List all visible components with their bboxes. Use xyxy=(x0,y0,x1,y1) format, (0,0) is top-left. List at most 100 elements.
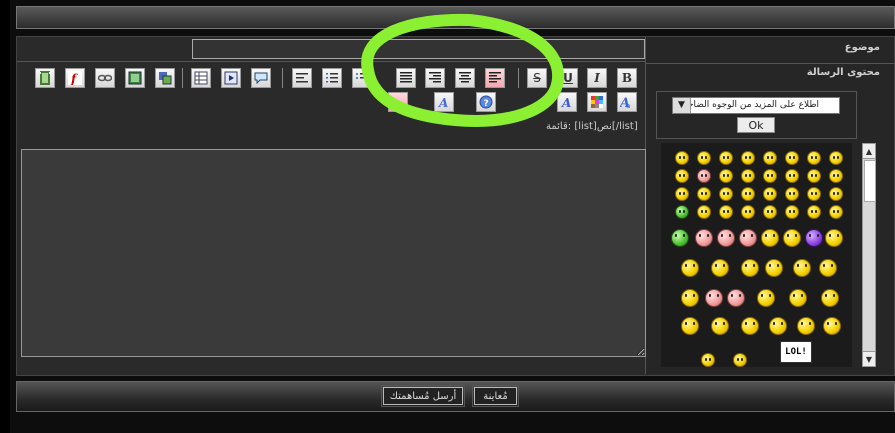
smiley-icon[interactable] xyxy=(741,187,755,201)
smiley-icon[interactable] xyxy=(785,151,799,165)
align-left-pink-icon[interactable] xyxy=(485,68,505,88)
smiley-icon[interactable] xyxy=(727,289,745,307)
smiley-icon[interactable] xyxy=(739,229,757,247)
toolbar-separator xyxy=(282,68,283,88)
subject-label: موضوع xyxy=(844,42,880,53)
smiley-icon[interactable] xyxy=(793,259,811,277)
smiley-icon[interactable] xyxy=(705,289,723,307)
font-size-icon[interactable]: AA xyxy=(388,92,408,112)
underline-icon[interactable]: U xyxy=(558,68,578,88)
smiley-icon[interactable] xyxy=(763,169,777,183)
strikethrough-icon[interactable]: S xyxy=(527,68,547,88)
smiley-icon[interactable] xyxy=(681,259,699,277)
smiley-icon[interactable] xyxy=(763,187,777,201)
smiley-icon[interactable] xyxy=(711,317,729,335)
smiley-icon[interactable] xyxy=(741,259,759,277)
smiley-icon[interactable] xyxy=(701,353,715,367)
color-grid-icon[interactable] xyxy=(587,92,607,112)
link-icon[interactable] xyxy=(95,68,115,88)
smiley-icon[interactable] xyxy=(697,187,711,201)
smiley-icon[interactable] xyxy=(829,169,843,183)
subject-input[interactable] xyxy=(192,39,645,59)
italic-icon[interactable]: I xyxy=(587,68,607,88)
smiley-icon[interactable] xyxy=(681,289,699,307)
smiley-icon[interactable] xyxy=(741,317,759,335)
align-right-icon[interactable] xyxy=(425,68,445,88)
smiley-icon[interactable] xyxy=(675,205,689,219)
smiley-icon[interactable] xyxy=(763,205,777,219)
font-face-icon[interactable]: A xyxy=(434,92,454,112)
scroll-thumb[interactable] xyxy=(864,160,876,202)
scroll-up-icon[interactable]: ▲ xyxy=(863,144,875,159)
send-post-button[interactable]: أرسل مُساهمتك xyxy=(381,385,465,407)
smiley-icon[interactable] xyxy=(697,169,711,183)
smiley-icon[interactable] xyxy=(719,205,733,219)
smiley-icon[interactable] xyxy=(675,187,689,201)
align-left-icon[interactable] xyxy=(292,68,312,88)
smiley-icon[interactable] xyxy=(741,169,755,183)
smiley-icon[interactable] xyxy=(741,151,755,165)
smiley-icon[interactable] xyxy=(695,229,713,247)
scroll-down-icon[interactable]: ▼ xyxy=(863,351,875,366)
svg-text:a: a xyxy=(626,102,630,109)
smiley-icon[interactable] xyxy=(697,151,711,165)
smiley-icon[interactable] xyxy=(807,151,821,165)
smiley-icon[interactable] xyxy=(819,259,837,277)
smiley-icon[interactable] xyxy=(829,151,843,165)
bold-icon[interactable]: B xyxy=(617,68,637,88)
text-color-icon[interactable]: A xyxy=(557,92,577,112)
smiley-icon[interactable] xyxy=(757,289,775,307)
smiley-icon[interactable] xyxy=(785,187,799,201)
smiley-icon[interactable] xyxy=(733,353,747,367)
smiley-icon[interactable] xyxy=(697,205,711,219)
smiley-icon[interactable] xyxy=(797,317,815,335)
smiley-icon[interactable] xyxy=(675,169,689,183)
align-center-icon[interactable] xyxy=(455,68,475,88)
smiley-icon[interactable] xyxy=(785,205,799,219)
ok-button[interactable]: Ok xyxy=(737,117,775,133)
smiley-icon[interactable] xyxy=(807,169,821,183)
smiley-icon[interactable] xyxy=(681,317,699,335)
smiley-icon[interactable] xyxy=(807,205,821,219)
smiley-icon[interactable] xyxy=(829,187,843,201)
smiley-icon[interactable] xyxy=(823,317,841,335)
smiley-icon[interactable] xyxy=(769,317,787,335)
smiley-icon[interactable] xyxy=(765,259,783,277)
media-icon[interactable] xyxy=(221,68,241,88)
chevron-down-icon[interactable]: ▼ xyxy=(673,98,691,113)
smiley-icon[interactable] xyxy=(807,187,821,201)
image-icon[interactable] xyxy=(125,68,145,88)
align-justify-icon[interactable] xyxy=(396,68,416,88)
smiley-icon[interactable] xyxy=(829,205,843,219)
speech-bubble-icon[interactable] xyxy=(251,68,271,88)
film-icon[interactable] xyxy=(35,68,55,88)
smiley-icon[interactable] xyxy=(717,229,735,247)
smiley-icon[interactable] xyxy=(783,229,801,247)
lol-sign-icon[interactable]: LOL! xyxy=(780,341,812,363)
text-style-icon[interactable]: Aa xyxy=(617,92,637,112)
smilies-dropdown[interactable]: ▼ اطلاع على المزيد من الوجوه الضاحكة xyxy=(672,97,840,114)
preview-button[interactable]: مُعاينة xyxy=(472,385,519,407)
smiley-icon[interactable] xyxy=(719,187,733,201)
flash-icon[interactable]: f xyxy=(65,68,85,88)
smilies-scrollbar[interactable]: ▲ ▼ xyxy=(862,143,876,367)
smiley-icon[interactable] xyxy=(789,289,807,307)
smiley-icon[interactable] xyxy=(763,151,777,165)
unordered-list-icon[interactable] xyxy=(352,68,372,88)
table-icon[interactable] xyxy=(191,68,211,88)
gallery-icon[interactable] xyxy=(155,68,175,88)
smiley-icon[interactable] xyxy=(675,151,689,165)
smiley-icon[interactable] xyxy=(711,259,729,277)
smiley-icon[interactable] xyxy=(719,169,733,183)
smiley-icon[interactable] xyxy=(719,151,733,165)
ordered-list-icon[interactable] xyxy=(322,68,342,88)
smiley-icon[interactable] xyxy=(785,169,799,183)
smiley-icon[interactable] xyxy=(821,289,839,307)
smiley-icon[interactable] xyxy=(741,205,755,219)
smiley-icon[interactable] xyxy=(671,229,689,247)
smiley-icon[interactable] xyxy=(805,229,823,247)
help-icon[interactable]: ? xyxy=(476,92,496,112)
smiley-icon[interactable] xyxy=(825,229,843,247)
message-editor[interactable] xyxy=(21,149,646,357)
smiley-icon[interactable] xyxy=(761,229,779,247)
